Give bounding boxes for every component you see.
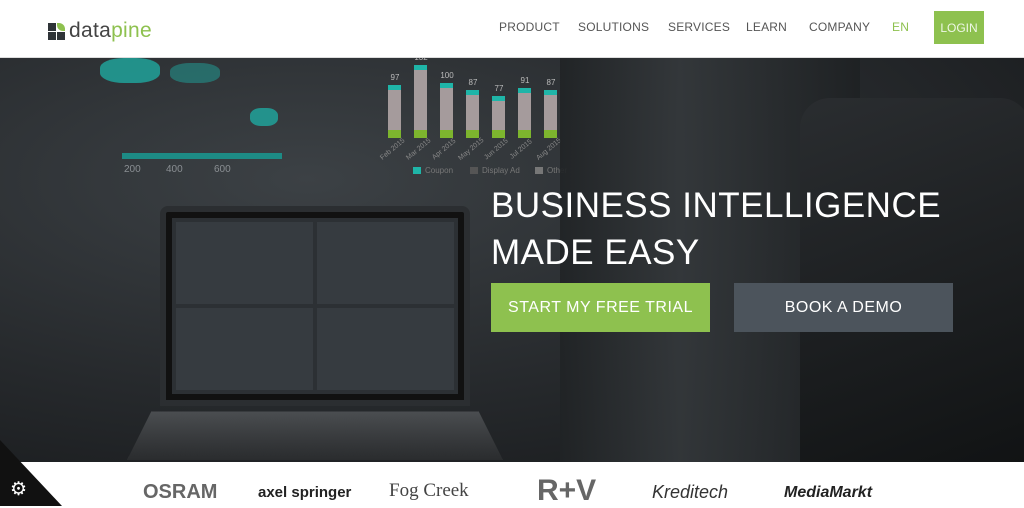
background-bar [388, 84, 401, 138]
legend-coupon: Coupon [413, 166, 453, 175]
background-bar [544, 90, 557, 138]
bar-month-label: Mar 2015 [405, 137, 433, 162]
start-free-trial-button[interactable]: START MY FREE TRIAL [491, 283, 710, 332]
legend-display-ad: Display Ad [470, 166, 520, 175]
bar-value-label: 132 [406, 58, 436, 62]
book-demo-button[interactable]: BOOK A DEMO [734, 283, 953, 332]
rv-logo: R+V [537, 474, 597, 507]
background-chair [800, 98, 1024, 462]
bar-value-label: 97 [390, 72, 400, 82]
nav-services[interactable]: SERVICES [668, 20, 730, 34]
gear-icon[interactable]: ⚙ [10, 478, 27, 501]
login-button[interactable]: LOGIN [934, 11, 984, 44]
bar-month-label: Feb 2015 [379, 137, 407, 162]
logo-text: datapine [69, 19, 152, 42]
bar-month-label: Jun 2015 [483, 137, 510, 162]
background-bar [414, 65, 427, 138]
bar-month-label: Apr 2015 [431, 137, 458, 162]
osram-logo: OSRAM [143, 481, 218, 503]
map-scale-bar [122, 153, 282, 159]
datapine-logo[interactable]: datapine [48, 19, 152, 43]
nav-product[interactable]: PRODUCT [499, 20, 560, 34]
bar-month-label: Aug 2015 [535, 137, 563, 162]
fog-creek-logo: Fog Creek [389, 480, 469, 501]
background-bar [440, 83, 453, 138]
laptop-dashboard-image [160, 206, 470, 406]
background-bar-chart: 97Feb 2015132Mar 2015100Apr 201587May 20… [379, 58, 580, 168]
bar-month-label: Jul 2015 [508, 138, 534, 161]
hero-headline: BUSINESS INTELLIGENCE MADE EASY [491, 186, 942, 272]
dashboard-panel [317, 222, 454, 304]
language-selector[interactable]: EN [892, 20, 909, 34]
nav-learn[interactable]: LEARN [746, 20, 787, 34]
nav-company[interactable]: COMPANY [809, 20, 870, 34]
dashboard-panel [176, 308, 313, 390]
background-bar [492, 95, 505, 138]
axel-springer-logo: axel springer [258, 484, 352, 501]
background-bar [466, 90, 479, 138]
bar-month-label: May 2015 [457, 136, 486, 163]
client-logos-strip: OSRAM axel springer Fog Creek R+V Kredit… [0, 462, 1024, 507]
map-tick: 400 [166, 164, 183, 175]
mediamarkt-logo: MediaMarkt [784, 484, 873, 501]
bar-value-label: 77 [494, 83, 504, 93]
background-bar [518, 87, 531, 138]
top-navbar: datapine PRODUCT SOLUTIONS SERVICES LEAR… [0, 0, 1024, 58]
logo-mark-icon [48, 22, 65, 40]
background-world-map [60, 58, 290, 153]
hero-section: 200 400 600 97Feb 2015132Mar 2015100Apr … [0, 58, 1024, 462]
dashboard-panel [317, 308, 454, 390]
map-tick: 200 [124, 164, 141, 175]
dashboard-panel [176, 222, 313, 304]
map-tick: 600 [214, 164, 231, 175]
nav-solutions[interactable]: SOLUTIONS [578, 20, 649, 34]
kreditech-logo: Kreditech [652, 482, 729, 502]
laptop-keyboard [126, 411, 504, 461]
